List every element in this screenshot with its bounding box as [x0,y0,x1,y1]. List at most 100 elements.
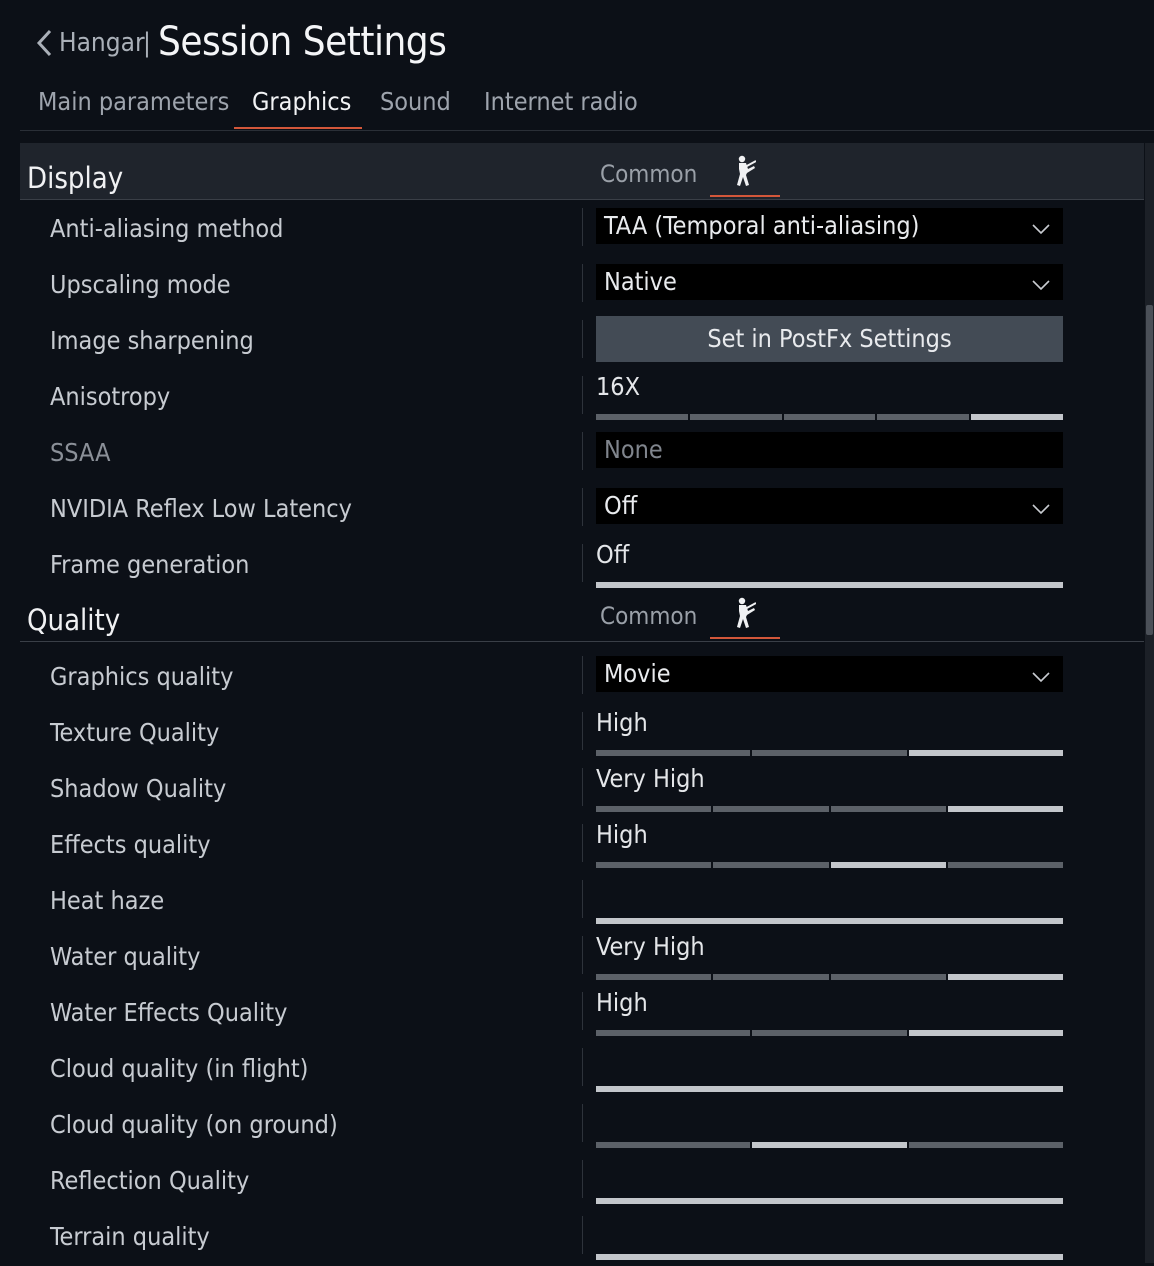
slider-value: 16X [596,372,641,401]
slider-track [596,1030,1063,1036]
setting-row-terrain-quality: Terrain quality [0,1210,1140,1266]
slider-track [596,974,1063,980]
texture-quality-slider[interactable]: High [596,706,1063,756]
column-divider [582,880,583,918]
setting-label: SSAA [50,438,111,467]
slider-step [713,974,829,980]
setting-row-water-quality: Water quality Very High [0,930,1140,986]
chevron-left-icon [34,28,54,58]
slider-step [908,750,1063,756]
setting-label: Graphics quality [50,662,234,691]
slider-step [596,974,712,980]
setting-label: Image sharpening [50,326,254,355]
column-divider [582,488,583,526]
setting-label: Cloud quality (on ground) [50,1110,338,1139]
slider-step [908,1030,1063,1036]
cloud-quality-on-ground-slider[interactable] [596,1098,1063,1148]
postfx-settings-button[interactable]: Set in PostFx Settings [596,316,1063,362]
scrollbar-thumb[interactable] [1146,305,1153,635]
slider-value: Very High [596,932,705,961]
nvidia-reflex-low-latency-dropdown[interactable]: Off [596,488,1063,524]
dropdown-value: TAA (Temporal anti-aliasing) [604,211,920,240]
reflection-quality-slider[interactable] [596,1154,1063,1204]
slider-step [752,750,907,756]
slider-step [713,806,829,812]
column-divider [582,992,583,1030]
slider-value: Off [596,540,630,569]
active-segment-indicator [710,195,780,197]
slider-step [596,1086,1063,1092]
anti-aliasing-method-dropdown[interactable]: TAA (Temporal anti-aliasing) [596,208,1063,244]
dropdown-value: Off [604,491,638,520]
setting-label: Water Effects Quality [50,998,288,1027]
anisotropy-slider[interactable]: 16X [596,370,1063,420]
column-divider [582,376,583,414]
slider-track [596,1198,1063,1204]
graphics-quality-dropdown[interactable]: Movie [596,656,1063,692]
slider-track [596,1254,1063,1260]
slider-step [596,806,712,812]
chevron-down-icon [1031,668,1051,687]
common-toggle[interactable]: Common [600,157,697,191]
soldier-toggle[interactable] [710,585,780,639]
slider-track [596,918,1063,924]
active-segment-indicator [710,637,780,639]
soldier-icon [730,597,757,633]
slider-track [596,414,1063,420]
slider-track [596,750,1063,756]
column-divider [582,1048,583,1086]
slider-step [830,862,946,868]
setting-row-effects-quality: Effects quality High [0,818,1140,874]
setting-row-nvidia-reflex-low-latency: NVIDIA Reflex Low Latency Off [0,482,1140,538]
setting-label: Anisotropy [50,382,171,411]
slider-step [830,806,946,812]
tab-graphics[interactable]: Graphics [252,84,351,120]
scrollbar[interactable] [1145,143,1154,1263]
back-button[interactable] [34,28,54,58]
slider-step [596,1030,751,1036]
slider-step [596,1254,1063,1260]
slider-step [783,414,876,420]
active-tab-indicator [234,127,362,129]
setting-row-heat-haze: Heat haze [0,874,1140,930]
effects-quality-slider[interactable]: High [596,818,1063,868]
slider-step [947,862,1063,868]
setting-label: Texture Quality [50,718,220,747]
setting-label: Heat haze [50,886,165,915]
terrain-quality-slider[interactable] [596,1210,1063,1260]
tab-bar: Main parameters Graphics Sound Internet … [20,78,1154,131]
cloud-quality-in-flight-slider[interactable] [596,1042,1063,1092]
setting-row-texture-quality: Texture Quality High [0,706,1140,762]
upscaling-mode-dropdown[interactable]: Native [596,264,1063,300]
column-divider [582,656,583,694]
water-effects-quality-slider[interactable]: High [596,986,1063,1036]
tab-internet-radio[interactable]: Internet radio [484,84,638,120]
section-header-display: Display Common [20,143,1144,200]
breadcrumb-hangar[interactable]: Hangar [59,26,145,60]
ssaa-dropdown: None [596,432,1063,468]
slider-value: High [596,988,648,1017]
column-divider [582,1160,583,1198]
slider-step [596,1198,1063,1204]
slider-value: High [596,708,648,737]
heat-haze-slider[interactable] [596,874,1063,924]
slider-step [877,414,970,420]
setting-row-cloud-quality-in-flight: Cloud quality (in flight) [0,1042,1140,1098]
tab-sound[interactable]: Sound [380,84,451,120]
column-divider [582,544,583,582]
tab-main-parameters[interactable]: Main parameters [38,84,229,120]
common-toggle[interactable]: Common [600,599,697,633]
frame-generation-slider[interactable]: Off [596,538,1063,588]
soldier-toggle[interactable] [710,143,780,197]
slider-step [947,974,1063,980]
water-quality-slider[interactable]: Very High [596,930,1063,980]
shadow-quality-slider[interactable]: Very High [596,762,1063,812]
slider-step [596,1142,751,1148]
slider-step [908,1142,1063,1148]
setting-label: Anti-aliasing method [50,214,284,243]
page-title: Session Settings [158,19,447,65]
column-divider [582,1216,583,1254]
column-divider [582,768,583,806]
setting-row-shadow-quality: Shadow Quality Very High [0,762,1140,818]
setting-label: Frame generation [50,550,250,579]
